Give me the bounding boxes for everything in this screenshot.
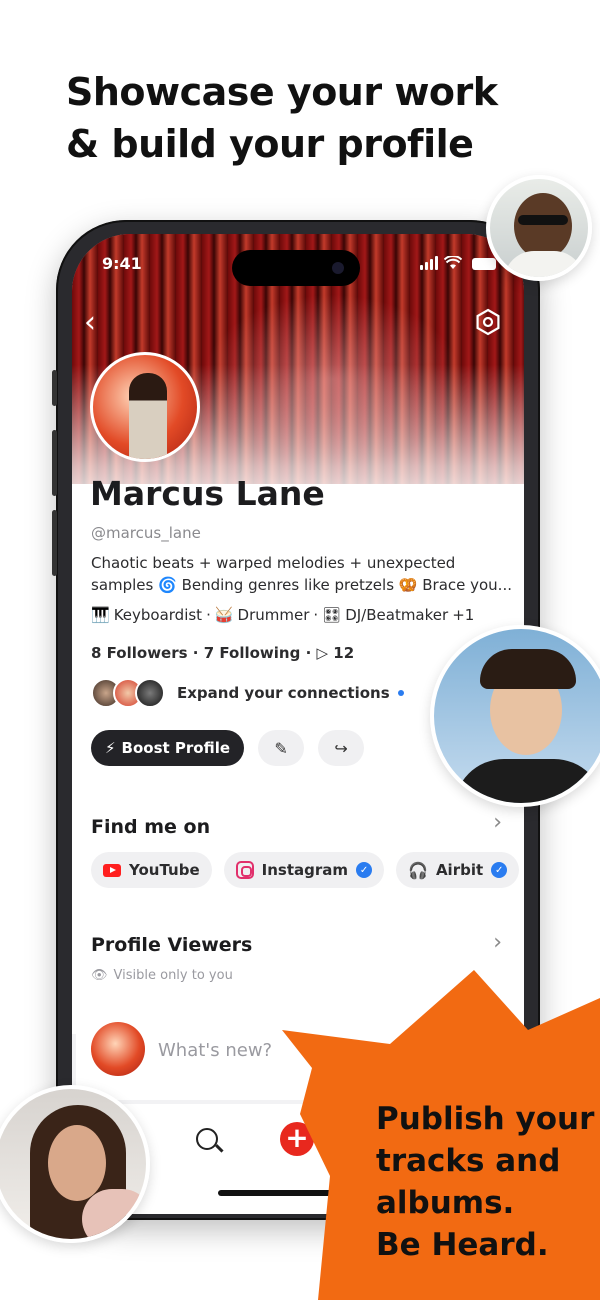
- promo-line-4: Be Heard.: [376, 1227, 549, 1263]
- promo-line-1: Publish your: [376, 1101, 595, 1137]
- promo-line-3: albums.: [376, 1185, 515, 1221]
- promo-line-2: tracks and: [376, 1143, 561, 1179]
- floating-avatar-woman: [0, 1085, 150, 1243]
- promo-text: Publish your tracks and albums. Be Heard…: [376, 1098, 594, 1266]
